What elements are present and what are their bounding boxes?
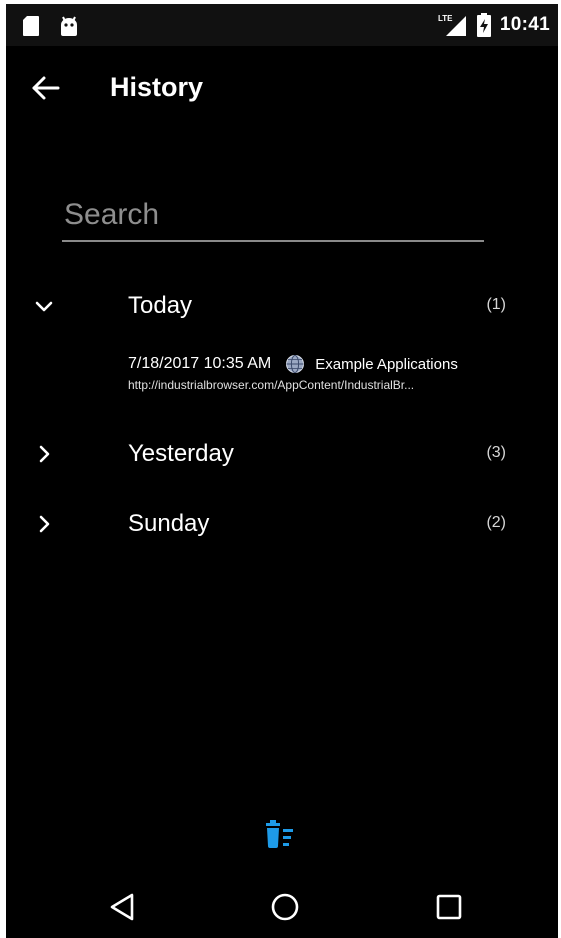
history-group-sunday[interactable]: Sunday (2) bbox=[6, 496, 558, 552]
page-title: History bbox=[110, 72, 204, 102]
app-bar: History bbox=[6, 46, 558, 130]
group-label: Yesterday bbox=[128, 440, 234, 467]
history-entry[interactable]: 7/18/2017 10:35 AM Example Applications … bbox=[128, 354, 508, 400]
entry-url: http://industrialbrowser.com/AppContent/… bbox=[128, 378, 415, 392]
chevron-down-icon bbox=[35, 301, 53, 312]
status-bar-right: LTE 10:41 bbox=[438, 12, 550, 38]
sd-card-icon bbox=[23, 16, 39, 36]
lte-signal-icon: LTE bbox=[438, 14, 466, 36]
nav-home-button[interactable] bbox=[268, 890, 302, 924]
globe-icon bbox=[286, 355, 305, 373]
group-count: (2) bbox=[486, 514, 506, 531]
group-label: Sunday bbox=[128, 510, 210, 537]
lte-label: LTE bbox=[438, 14, 453, 23]
entry-timestamp: 7/18/2017 10:35 AM bbox=[128, 355, 272, 372]
android-icon bbox=[61, 16, 77, 36]
system-nav-bar bbox=[6, 872, 558, 938]
delete-sweep-icon bbox=[266, 820, 293, 848]
status-bar-left bbox=[22, 15, 80, 37]
nav-back-icon bbox=[110, 893, 134, 921]
history-group-yesterday[interactable]: Yesterday (3) bbox=[6, 426, 558, 482]
clear-history-button[interactable] bbox=[264, 816, 304, 852]
nav-recents-icon bbox=[436, 894, 462, 920]
back-button[interactable] bbox=[28, 70, 64, 106]
group-label: Today bbox=[128, 292, 193, 319]
group-count: (3) bbox=[486, 444, 506, 461]
search-input[interactable] bbox=[62, 194, 488, 236]
chevron-right-icon bbox=[39, 445, 50, 463]
entry-header: 7/18/2017 10:35 AM Example Applications bbox=[128, 354, 508, 374]
status-bar: LTE 10:41 bbox=[6, 4, 558, 46]
arrow-back-icon bbox=[32, 76, 60, 100]
nav-back-button[interactable] bbox=[106, 890, 140, 924]
group-count: (1) bbox=[486, 296, 506, 313]
search-field bbox=[62, 194, 488, 242]
chevron-right-icon bbox=[39, 515, 50, 533]
phone-screen: LTE 10:41 History Today (1 bbox=[6, 4, 558, 938]
status-time: 10:41 bbox=[499, 14, 550, 35]
battery-charging-icon bbox=[476, 13, 491, 37]
history-group-today[interactable]: Today (1) bbox=[6, 278, 558, 334]
nav-home-icon bbox=[271, 893, 299, 921]
nav-recents-button[interactable] bbox=[432, 890, 466, 924]
entry-title: Example Applications bbox=[315, 355, 458, 373]
